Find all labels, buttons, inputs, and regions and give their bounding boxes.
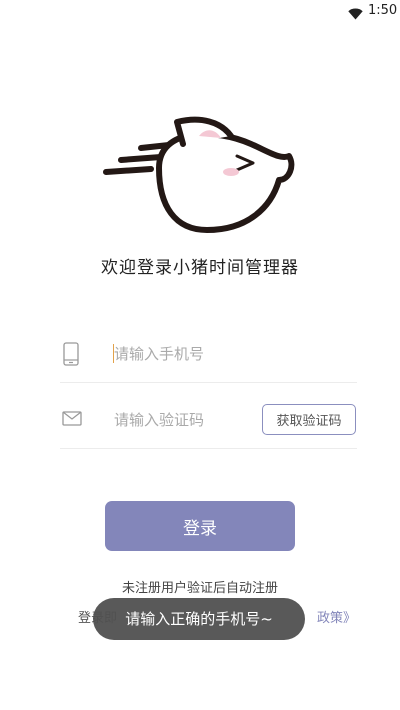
phone-field-row [60,326,357,383]
status-bar: 1:50 [0,0,400,24]
running-pig-icon [103,108,299,238]
code-input[interactable] [114,408,264,432]
get-code-button[interactable]: 获取验证码 [262,404,356,435]
code-field-row: 获取验证码 [60,392,357,449]
welcome-title: 欢迎登录小猪时间管理器 [101,258,299,278]
toast-message: 请输入正确的手机号~ [93,598,305,640]
mail-icon [62,411,82,430]
login-button[interactable]: 登录 [105,501,295,551]
phone-icon [62,342,80,370]
privacy-policy-link[interactable]: 政策》 [317,611,356,626]
auto-register-note: 未注册用户验证后自动注册 [121,581,278,596]
phone-input[interactable] [114,342,264,366]
wifi-icon [348,5,363,24]
status-time: 1:50 [368,3,398,18]
